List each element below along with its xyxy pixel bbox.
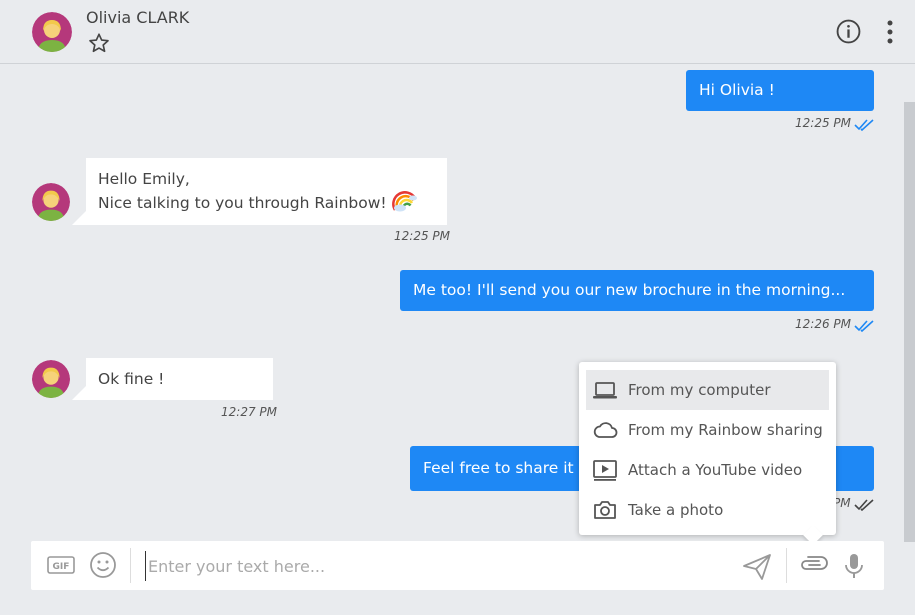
menu-item-label: From my Rainbow sharing: [628, 421, 823, 439]
message-composer: GIF: [31, 541, 884, 590]
menu-item-youtube-video[interactable]: Attach a YouTube video: [586, 450, 829, 490]
laptop-icon: [593, 382, 617, 399]
incoming-message: Ok fine !: [72, 358, 273, 400]
read-checkmark-icon: [854, 320, 874, 332]
message-text: Ok fine !: [98, 370, 165, 388]
gif-icon[interactable]: GIF: [47, 556, 75, 574]
message-input[interactable]: [145, 551, 735, 581]
outgoing-message: Hi Olivia !: [686, 70, 874, 111]
divider: [130, 548, 131, 583]
info-icon[interactable]: [836, 19, 861, 44]
microphone-icon[interactable]: [844, 552, 864, 580]
contact-avatar: [32, 360, 70, 398]
outgoing-message: Me too! I'll send you our new brochure i…: [400, 270, 874, 311]
cloud-icon: [593, 422, 618, 438]
camera-icon: [594, 501, 616, 519]
menu-item-take-photo[interactable]: Take a photo: [586, 490, 829, 530]
message-text: Hi Olivia !: [699, 81, 775, 99]
contact-name: Olivia CLARK: [86, 8, 190, 27]
message-text: Me too! I'll send you our new brochure i…: [413, 281, 846, 299]
contact-avatar[interactable]: [32, 12, 72, 52]
star-icon[interactable]: [88, 32, 110, 54]
emoji-icon[interactable]: [89, 551, 117, 579]
send-icon[interactable]: [742, 553, 772, 581]
menu-item-label: Attach a YouTube video: [628, 461, 803, 479]
attach-menu: From my computer From my Rainbow sharing…: [579, 362, 836, 535]
paperclip-icon[interactable]: [797, 553, 829, 577]
contact-avatar: [32, 183, 70, 221]
menu-item-label: From my computer: [628, 381, 771, 399]
message-text: Hello Emily,: [98, 170, 190, 188]
conversation-header: Olivia CLARK: [0, 0, 915, 64]
rainbow-emoji-icon: [391, 191, 417, 212]
message-time: 12:27 PM: [221, 405, 277, 419]
more-options-icon[interactable]: [880, 19, 900, 45]
message-time: 12:26 PM: [795, 317, 851, 331]
message-text: Feel free to share it w: [423, 459, 592, 477]
read-checkmark-icon: [854, 119, 874, 131]
scrollbar[interactable]: [904, 102, 915, 542]
menu-item-from-computer[interactable]: From my computer: [586, 370, 829, 410]
message-time: 12:25 PM: [795, 116, 851, 130]
incoming-message: Hello Emily, Nice talking to you through…: [72, 158, 447, 225]
divider: [786, 548, 787, 583]
menu-item-label: Take a photo: [628, 501, 724, 519]
menu-item-rainbow-sharing[interactable]: From my Rainbow sharing: [586, 410, 829, 450]
svg-text:GIF: GIF: [53, 562, 70, 572]
message-text: Nice talking to you through Rainbow!: [98, 194, 387, 212]
video-icon: [593, 460, 617, 481]
message-time: 12:25 PM: [394, 229, 450, 243]
read-checkmark-icon: [854, 499, 874, 511]
